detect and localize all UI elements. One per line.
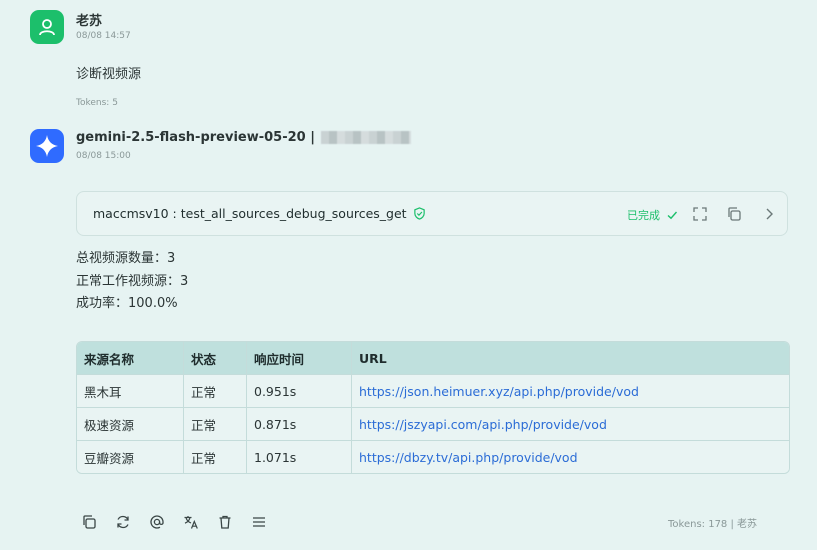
mention-button[interactable] <box>148 513 166 531</box>
ai-message-time: 08/08 15:00 <box>76 151 131 161</box>
stat-success-rate: 成功率：100.0% <box>76 296 178 311</box>
cell-url-link[interactable]: https://jszyapi.com/api.php/provide/vod <box>352 407 789 440</box>
translate-icon <box>184 516 198 529</box>
cell-status: 正常 <box>184 440 247 473</box>
column-header-source-name: 来源名称 <box>77 342 184 374</box>
column-header-url: URL <box>352 342 789 374</box>
stats-list: 总视频源数量：3 正常工作视频源：3 成功率：100.0% <box>76 248 188 316</box>
tool-call-card[interactable]: maccmsv10 : test_all_sources_debug_sourc… <box>76 191 788 236</box>
refresh-icon <box>117 515 129 529</box>
shield-check-icon <box>413 207 425 220</box>
user-message-tokens: Tokens: 5 <box>76 98 118 108</box>
cell-url-link[interactable]: https://json.heimuer.xyz/api.php/provide… <box>352 374 789 407</box>
stat-working-sources: 正常工作视频源：3 <box>76 273 189 289</box>
user-message-time: 08/08 14:57 <box>76 31 131 41</box>
ai-avatar[interactable] <box>30 129 64 163</box>
cell-url-link[interactable]: https://dbzy.tv/api.php/provide/vod <box>352 440 789 473</box>
cell-status: 正常 <box>184 407 247 440</box>
table-row: 黑木耳 正常 0.951s https://json.heimuer.xyz/a… <box>77 374 789 407</box>
stat-total-sources: 总视频源数量：3 <box>76 251 176 266</box>
user-icon <box>39 19 55 36</box>
regenerate-button[interactable] <box>114 513 132 531</box>
expand-icon[interactable] <box>692 206 708 222</box>
gemini-star-icon <box>36 135 58 157</box>
user-name: 老苏 <box>76 14 103 29</box>
tool-status-label: 已完成 <box>627 209 660 222</box>
model-name: gemini-2.5-flash-preview-05-20 | <box>76 130 411 145</box>
cell-response-time: 0.951s <box>247 374 352 407</box>
model-name-label: gemini-2.5-flash-preview-05-20 | <box>76 130 315 145</box>
copy-button[interactable] <box>80 513 98 531</box>
ai-message-footer: Tokens: 178 | 老苏 <box>668 519 758 530</box>
message-actions <box>80 513 268 531</box>
check-icon <box>667 211 678 220</box>
cell-source-name: 极速资源 <box>77 407 184 440</box>
tool-call-name: maccmsv10 : test_all_sources_debug_sourc… <box>93 206 426 221</box>
table-row: 极速资源 正常 0.871s https://jszyapi.com/api.p… <box>77 407 789 440</box>
tool-status: 已完成 <box>627 207 678 223</box>
translate-button[interactable] <box>182 513 200 531</box>
cell-response-time: 1.071s <box>247 440 352 473</box>
delete-button[interactable] <box>216 513 234 531</box>
user-avatar[interactable] <box>30 10 64 44</box>
cell-response-time: 0.871s <box>247 407 352 440</box>
mention-icon <box>150 515 164 529</box>
column-header-status: 状态 <box>184 342 247 374</box>
sources-table: 来源名称 状态 响应时间 URL 黑木耳 正常 0.951s https://j… <box>76 341 790 474</box>
table-header-row: 来源名称 状态 响应时间 URL <box>77 342 789 374</box>
redacted-text <box>321 131 411 144</box>
column-header-response-time: 响应时间 <box>247 342 352 374</box>
copy-icon <box>83 515 96 529</box>
user-message-text: 诊断视频源 <box>76 67 142 82</box>
menu-icon <box>253 517 265 527</box>
cell-source-name: 黑木耳 <box>77 374 184 407</box>
tool-call-label: maccmsv10 : test_all_sources_debug_sourc… <box>93 206 407 221</box>
copy-icon[interactable] <box>726 206 742 222</box>
more-menu-button[interactable] <box>250 513 268 531</box>
trash-icon <box>219 515 231 529</box>
cell-status: 正常 <box>184 374 247 407</box>
table-row: 豆瓣资源 正常 1.071s https://dbzy.tv/api.php/p… <box>77 440 789 473</box>
chevron-right-icon[interactable] <box>761 206 777 222</box>
cell-source-name: 豆瓣资源 <box>77 440 184 473</box>
